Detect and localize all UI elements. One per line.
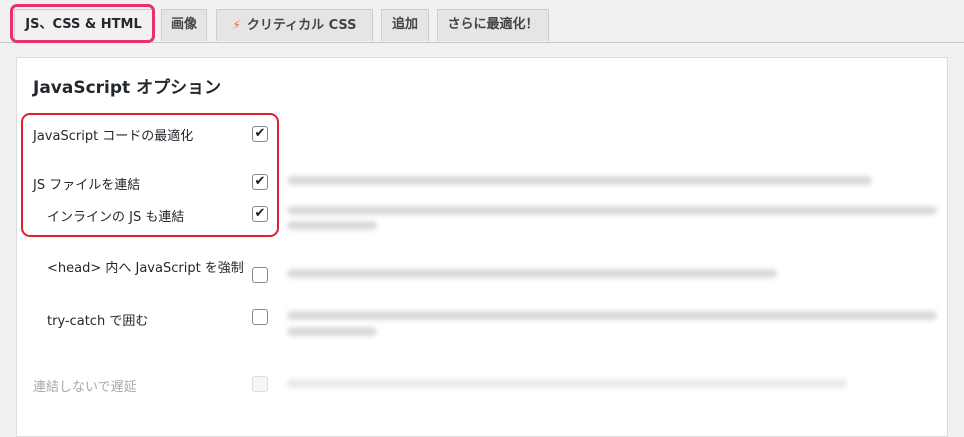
tab-optimize-more[interactable]: さらに最適化！ — [437, 9, 549, 41]
tab-label: 画像 — [170, 17, 197, 32]
description-text — [287, 311, 937, 320]
tab-label: 追加 — [391, 17, 418, 32]
active-tab-highlight — [10, 4, 155, 43]
option-label-defer-no-aggregate: 連結しないで遅延 — [33, 380, 137, 395]
checkbox-force-head[interactable] — [252, 267, 268, 283]
description-text — [287, 379, 847, 388]
description-text — [287, 269, 777, 278]
description-text — [287, 206, 937, 215]
description-text — [287, 327, 377, 336]
tab-label: クリティカル CSS — [246, 18, 357, 33]
option-label-force-head: <head> 内へ JavaScript を強制 — [47, 261, 244, 276]
option-label-try-catch: try-catch で囲む — [47, 314, 149, 329]
section-title: JavaScript オプション — [33, 78, 222, 98]
options-highlight-box — [21, 113, 279, 237]
checkbox-try-catch[interactable] — [252, 309, 268, 325]
tab-critical-css[interactable]: ⚡ クリティカル CSS — [216, 9, 373, 41]
description-text — [287, 221, 377, 230]
lightning-icon: ⚡ — [232, 18, 241, 32]
description-text — [287, 176, 872, 185]
checkbox-defer-no-aggregate[interactable] — [252, 376, 268, 392]
tab-extra[interactable]: 追加 — [381, 9, 429, 41]
tab-label: さらに最適化！ — [447, 17, 539, 32]
tab-images[interactable]: 画像 — [161, 9, 207, 41]
